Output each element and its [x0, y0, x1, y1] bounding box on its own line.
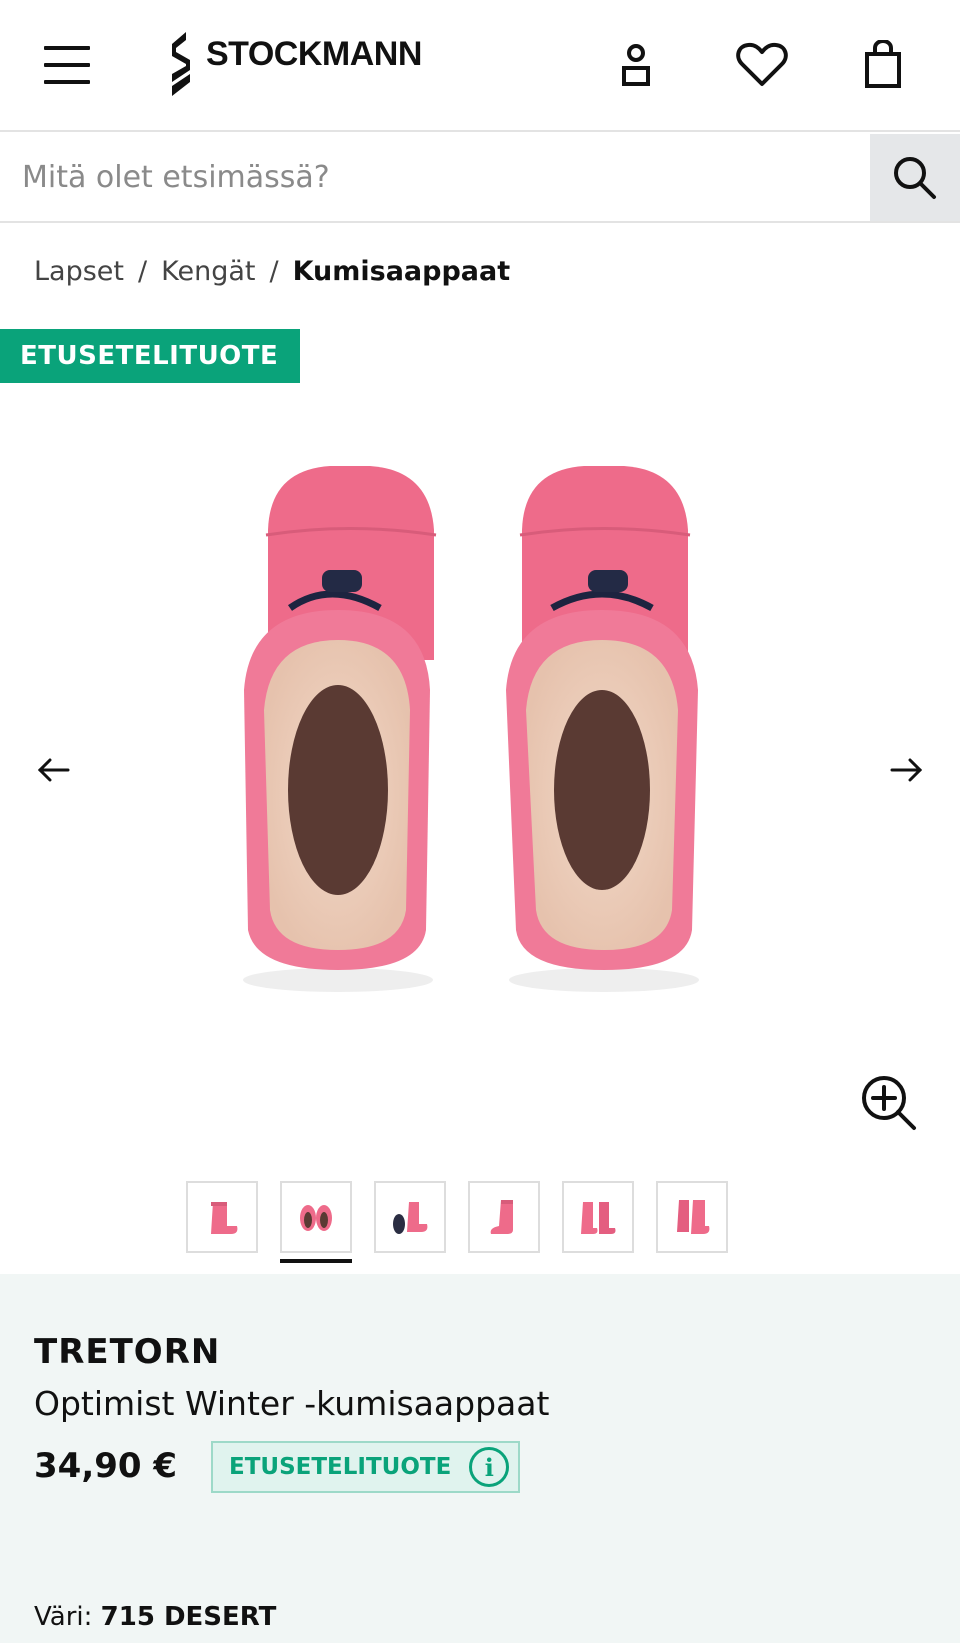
breadcrumb-link-lapset[interactable]: Lapset	[34, 256, 124, 287]
product-name: Optimist Winter -kumisaappaat	[34, 1384, 550, 1423]
thumbnail[interactable]	[186, 1181, 258, 1253]
product-image-boots[interactable]	[230, 460, 730, 1000]
search-button[interactable]	[870, 134, 960, 221]
product-info-panel: TRETORN Optimist Winter -kumisaappaat 34…	[0, 1274, 960, 1643]
shopping-bag-icon[interactable]	[862, 39, 904, 90]
promo-info-label: ETUSETELITUOTE	[229, 1454, 452, 1480]
search-bar	[0, 134, 960, 223]
search-input[interactable]	[0, 134, 870, 221]
user-icon[interactable]	[612, 40, 660, 90]
thumbnail[interactable]	[280, 1181, 352, 1263]
site-header: STOCKMANN	[0, 0, 960, 132]
next-image-arrow-icon[interactable]	[886, 750, 926, 790]
breadcrumb: Lapset / Kengät / Kumisaappaat	[34, 256, 510, 287]
thumbnail[interactable]	[656, 1181, 728, 1253]
color-selection: Väri: 715 DESERT	[34, 1602, 276, 1632]
breadcrumb-current: Kumisaappaat	[292, 256, 511, 287]
product-gallery	[0, 400, 960, 1160]
thumbnail[interactable]	[468, 1181, 540, 1253]
logo-text: STOCKMANN	[206, 34, 422, 73]
promo-info-badge[interactable]: ETUSETELITUOTE i	[211, 1441, 520, 1493]
menu-icon[interactable]	[44, 46, 90, 86]
breadcrumb-link-kengat[interactable]: Kengät	[161, 256, 255, 287]
thumbnail[interactable]	[374, 1181, 446, 1253]
product-brand[interactable]: TRETORN	[34, 1332, 220, 1372]
search-icon	[894, 156, 936, 199]
thumbnail-strip	[186, 1181, 750, 1263]
product-price: 34,90 €	[34, 1446, 178, 1486]
zoom-in-icon[interactable]	[858, 1072, 918, 1132]
previous-image-arrow-icon[interactable]	[34, 750, 74, 790]
logo-mark-icon	[172, 32, 190, 96]
info-icon[interactable]: i	[469, 1447, 510, 1487]
color-label: Väri:	[34, 1602, 93, 1632]
breadcrumb-separator: /	[269, 256, 279, 287]
promo-badge: ETUSETELITUOTE	[0, 329, 300, 383]
breadcrumb-separator: /	[138, 256, 148, 287]
color-value: 715 DESERT	[100, 1602, 277, 1632]
thumbnail[interactable]	[562, 1181, 634, 1253]
stockmann-logo[interactable]: STOCKMANN	[168, 30, 422, 100]
heart-icon[interactable]	[734, 40, 790, 90]
